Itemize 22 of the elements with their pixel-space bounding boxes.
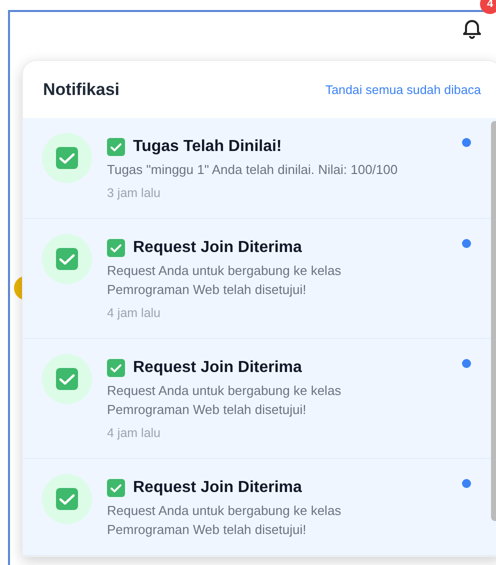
notification-message: Tugas "minggu 1" Anda telah dinilai. Nilai: 100/100 xyxy=(107,161,399,179)
check-icon xyxy=(107,138,125,156)
notification-title: Request Join Diterima xyxy=(133,239,302,257)
notification-title: Request Join Diterima xyxy=(133,359,302,377)
notification-title: Tugas Telah Dinilai! xyxy=(133,138,282,156)
check-badge-icon xyxy=(42,234,92,284)
notification-title: Request Join Diterima xyxy=(133,479,302,497)
check-icon xyxy=(107,239,125,257)
panel-title: Notifikasi xyxy=(43,80,120,100)
check-badge-icon xyxy=(42,474,92,524)
notification-time: 3 jam lalu xyxy=(107,185,162,202)
check-badge-icon xyxy=(42,354,92,404)
notification-time: 4 jam lalu xyxy=(107,425,162,442)
notification-message: Request Anda untuk bergabung ke kelas Pemrograman Web telah disetujui! xyxy=(107,262,342,299)
notification-time: 4 jam lalu xyxy=(107,305,162,322)
notification-message: Request Anda untuk bergabung ke kelas Pemrograman Web telah disetujui! xyxy=(107,502,342,539)
check-badge-icon xyxy=(42,133,92,183)
check-icon xyxy=(107,479,125,497)
check-icon xyxy=(107,359,125,377)
notification-item[interactable]: Request Join Diterima Request Anda untuk bergabung ke kelas Pemrograman Web telah disetujui! xyxy=(23,459,496,556)
mark-all-read-link[interactable]: Tandai semua sudah dibaca xyxy=(325,82,481,96)
notification-message: Request Anda untuk bergabung ke kelas Pemrograman Web telah disetujui! xyxy=(107,382,342,419)
